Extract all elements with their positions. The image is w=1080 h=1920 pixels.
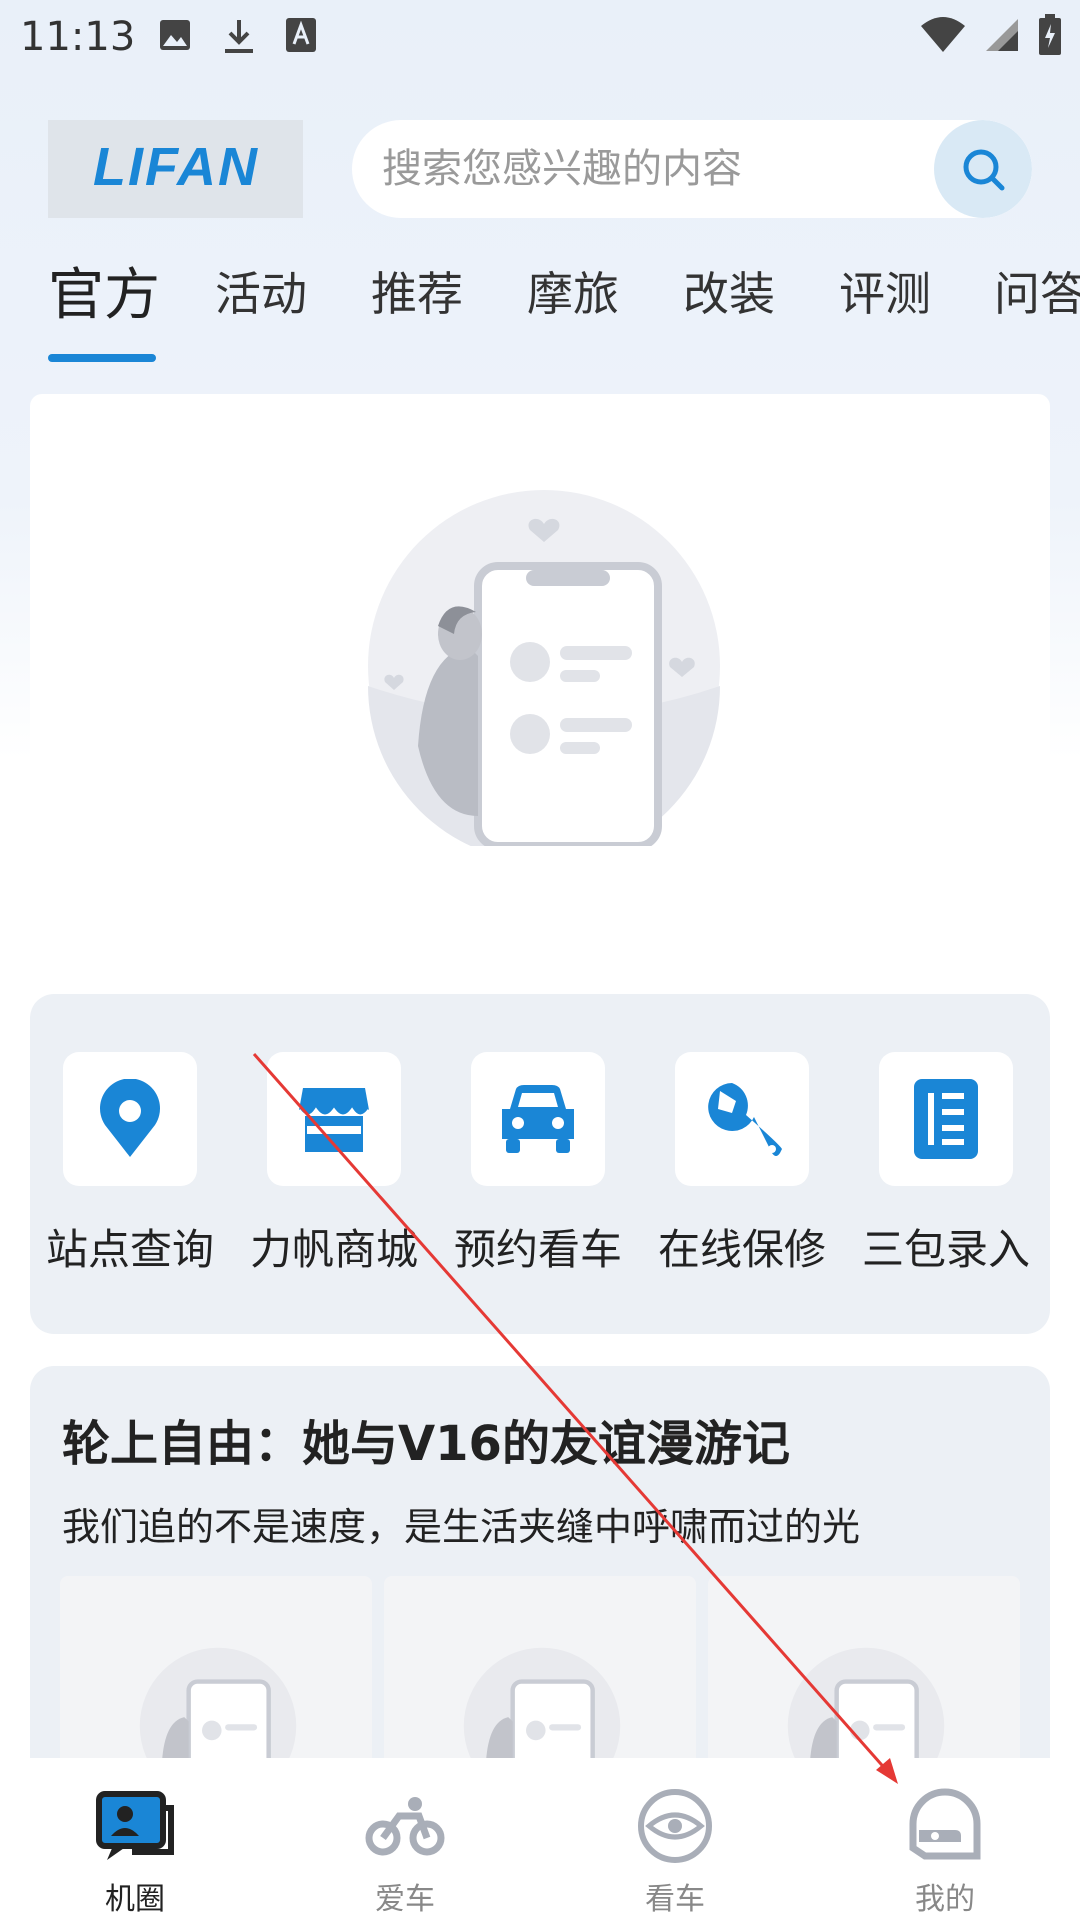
quick-action-icon-box [267,1052,401,1186]
nav-item-my-bike[interactable]: 爱车 [270,1758,540,1920]
store-icon [297,1088,371,1152]
nav-label: 机圈 [105,1882,165,1917]
search-button[interactable] [934,120,1032,218]
nav-item-profile[interactable]: 我的 [810,1758,1080,1920]
tab-qa[interactable]: 问答 [994,258,1080,324]
nav-label: 看车 [645,1882,705,1917]
nav-item-circle[interactable]: 机圈 [0,1758,270,1920]
status-bar: 11:13 [0,0,1080,80]
quick-action-icon-box [63,1052,197,1186]
quick-action-book-viewing[interactable]: 预约看车 [453,1052,623,1277]
quick-action-icon-box [879,1052,1013,1186]
empty-content-placeholder-icon [368,490,720,846]
tab-modification[interactable]: 改装 [683,258,775,324]
cellular-signal-icon [986,19,1018,51]
quick-actions-panel: 站点查询 力帆商城 预约看车 在线保修 三包录入 [30,994,1050,1334]
tab-activity[interactable]: 活动 [215,258,307,324]
document-icon [914,1079,978,1159]
quick-action-label: 站点查询 [45,1225,214,1274]
location-pin-icon [100,1079,160,1157]
quick-action-store[interactable]: 力帆商城 [249,1052,419,1277]
bottom-nav: 机圈 爱车 看车 我的 [0,1758,1080,1920]
tab-review[interactable]: 评测 [839,258,931,324]
eye-icon [638,1789,712,1863]
quick-action-label: 预约看车 [453,1225,622,1274]
tab-indicator [48,354,156,362]
article-subtitle: 我们追的不是速度，是生活夹缝中呼啸而过的光 [62,1505,861,1549]
search-input[interactable] [382,120,922,218]
nav-label: 爱车 [375,1882,435,1917]
tab-moto-travel[interactable]: 摩旅 [527,258,619,324]
quick-action-icon-box [675,1052,809,1186]
status-icons-right [920,14,1062,56]
font-icon [286,18,316,52]
search-box[interactable] [352,120,1032,218]
lifan-logo: LIFAN [48,120,303,218]
quick-action-label: 三包录入 [861,1225,1030,1274]
category-tabs: 官方 活动 推荐 摩旅 改装 评测 问答 [48,250,1080,370]
quick-action-icon-box [471,1052,605,1186]
quick-action-online-warranty[interactable]: 在线保修 [657,1052,827,1277]
download-icon [225,20,253,53]
wifi-icon [921,17,965,52]
search-icon [963,149,1005,191]
motorcycle-icon [365,1797,445,1856]
wrench-icon [708,1083,782,1156]
battery-charging-icon [1039,14,1061,55]
quick-action-warranty-entry[interactable]: 三包录入 [861,1052,1031,1277]
article-title: 轮上自由：她与V16的友谊漫游记 [62,1416,790,1472]
tab-official[interactable]: 官方 [48,250,160,331]
quick-action-label: 在线保修 [657,1225,826,1274]
nav-label: 我的 [915,1882,975,1917]
chat-circle-icon [96,1791,174,1860]
status-time: 11:13 [20,14,136,60]
image-icon [160,20,190,50]
quick-action-site-search[interactable]: 站点查询 [45,1052,215,1277]
helmet-icon [909,1788,981,1860]
logo-text: LIFAN [93,139,259,197]
nav-item-view-bikes[interactable]: 看车 [540,1758,810,1920]
quick-action-label: 力帆商城 [249,1225,418,1274]
tab-recommend[interactable]: 推荐 [371,258,463,324]
car-icon [502,1085,574,1153]
status-icons-left [158,18,316,56]
banner[interactable] [30,394,1050,974]
